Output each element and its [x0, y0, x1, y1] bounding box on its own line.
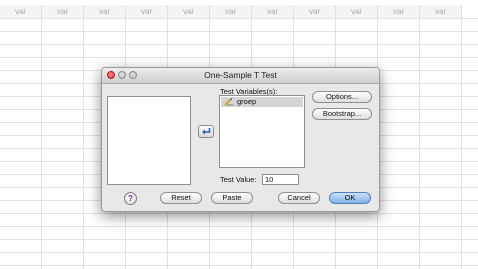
column-header[interactable]: var [420, 5, 462, 18]
ok-button[interactable]: OK [329, 192, 371, 204]
column-header[interactable]: var [126, 5, 168, 18]
test-value-label: Test Value: [220, 175, 257, 184]
move-variable-button[interactable] [198, 125, 214, 138]
grid-row-line [0, 239, 478, 240]
bootstrap-button[interactable]: Bootstrap... [312, 108, 372, 120]
column-header[interactable]: var [0, 5, 42, 18]
test-value-input[interactable]: 10 [262, 174, 299, 185]
cancel-button[interactable]: Cancel [278, 192, 320, 204]
column-header[interactable]: var [84, 5, 126, 18]
column-header[interactable]: var [252, 5, 294, 18]
grid-row-line [0, 31, 478, 32]
source-variable-list[interactable] [107, 96, 191, 185]
dialog-titlebar[interactable]: One-Sample T Test [102, 68, 379, 84]
ruler-pencil-icon [224, 98, 233, 106]
column-header[interactable]: var [210, 5, 252, 18]
grid-row-line [0, 18, 478, 19]
options-button[interactable]: Options... [312, 91, 372, 103]
arrow-left-icon [202, 128, 211, 135]
grid-row-line [0, 213, 478, 214]
paste-button[interactable]: Paste [211, 192, 253, 204]
grid-row-line [0, 226, 478, 227]
test-variables-list[interactable]: groep [219, 95, 305, 168]
column-header[interactable]: var [336, 5, 378, 18]
reset-button[interactable]: Reset [160, 192, 202, 204]
grid-row-line [0, 57, 478, 58]
column-header[interactable]: var [168, 5, 210, 18]
column-header[interactable]: var [42, 5, 84, 18]
grid-row-line [0, 265, 478, 266]
list-item[interactable]: groep [221, 97, 303, 107]
column-header[interactable]: var [378, 5, 420, 18]
one-sample-t-test-dialog: One-Sample T Test Test Variables(s): gro… [101, 67, 380, 212]
dialog-title: One-Sample T Test [204, 70, 277, 80]
column-header[interactable]: var [294, 5, 336, 18]
grid-row-line [0, 252, 478, 253]
grid-row-line [0, 44, 478, 45]
variable-name: groep [237, 97, 257, 106]
help-button[interactable]: ? [124, 192, 137, 205]
